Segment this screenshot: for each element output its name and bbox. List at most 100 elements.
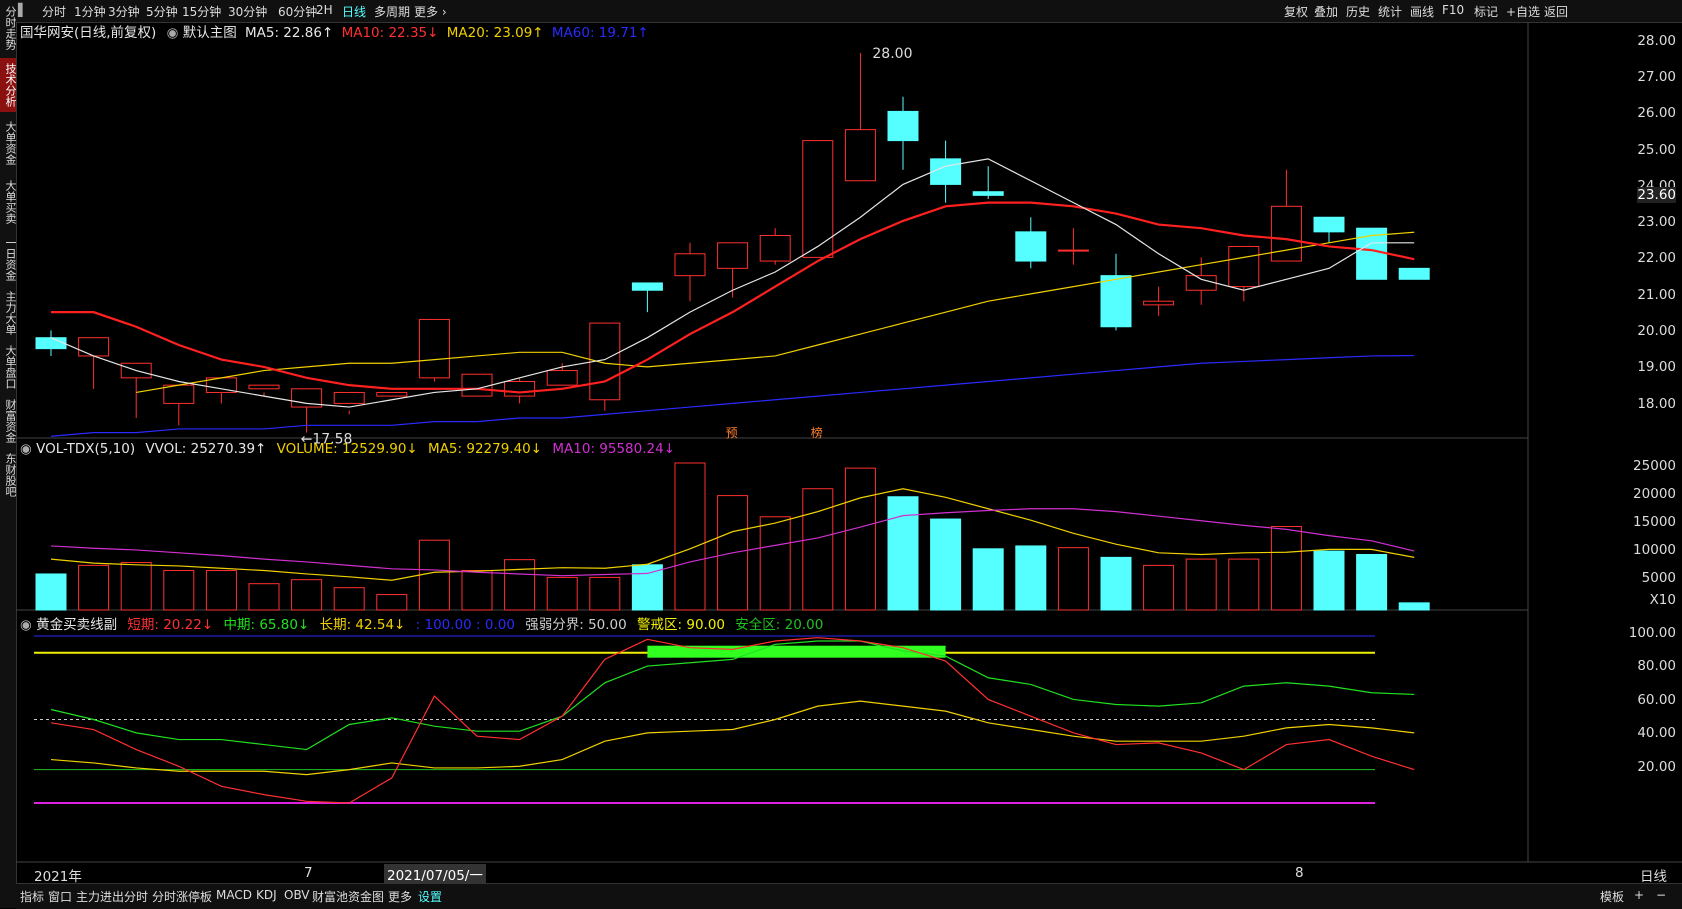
bottom-tab-8[interactable]: 更多 bbox=[388, 888, 412, 905]
candle bbox=[78, 337, 110, 389]
candle bbox=[930, 140, 962, 203]
volume-bar bbox=[1143, 564, 1175, 611]
time-label-year: 2021年 bbox=[34, 869, 82, 885]
price-tick-7: 22.00 bbox=[1637, 250, 1676, 266]
bottom-tab-0[interactable]: 指标 bbox=[20, 888, 44, 905]
price-tick-6: 23.00 bbox=[1637, 214, 1676, 230]
bottom-tab-1[interactable]: 窗口 bbox=[48, 888, 72, 905]
indicator-tabs-bar: 指标 窗口 主力进出分时 分时涨停板 MACD KDJ OBV 财富池资金图 更多 设置 模板 + − bbox=[16, 883, 1682, 909]
candle bbox=[1228, 245, 1260, 302]
cursor-date-label: 2021/07/05/一 bbox=[384, 864, 486, 884]
candle bbox=[674, 242, 706, 302]
volume-bar bbox=[802, 488, 834, 611]
candle bbox=[887, 96, 919, 170]
forecast-mark: 预 bbox=[726, 426, 738, 440]
candle bbox=[163, 384, 195, 426]
low-price-label: ←17.58 bbox=[301, 431, 353, 447]
volume-bar bbox=[1100, 556, 1132, 611]
volume-bar bbox=[887, 496, 919, 611]
candle bbox=[333, 391, 365, 415]
bottom-tab-5[interactable]: KDJ bbox=[256, 888, 277, 902]
period-label: 日线 bbox=[1640, 869, 1667, 885]
candle bbox=[589, 322, 621, 411]
volume-bar bbox=[844, 467, 876, 611]
bottom-tab-2[interactable]: 主力进出分时 bbox=[76, 888, 148, 905]
bottom-tab-6[interactable]: OBV bbox=[284, 888, 310, 902]
volume-bar bbox=[163, 570, 195, 611]
candle bbox=[418, 318, 450, 382]
volume-bar bbox=[205, 570, 237, 611]
candle bbox=[1015, 217, 1047, 269]
candle bbox=[717, 242, 749, 298]
volume-bar bbox=[333, 587, 365, 611]
bottom-right-2[interactable]: − bbox=[1656, 888, 1666, 902]
bottom-tab-4[interactable]: MACD bbox=[216, 888, 252, 902]
candle bbox=[1143, 286, 1175, 316]
volume-bar bbox=[120, 562, 152, 611]
volume-tick-5: X10 bbox=[1649, 592, 1676, 608]
volume-bar bbox=[1313, 550, 1345, 611]
volume-bar bbox=[376, 594, 408, 611]
price-tick-0: 28.00 bbox=[1637, 33, 1676, 49]
osc-tick-3: 40.00 bbox=[1637, 725, 1676, 741]
bottom-right-1[interactable]: + bbox=[1634, 888, 1644, 902]
bottom-tab-3[interactable]: 分时涨停板 bbox=[152, 888, 212, 905]
candle bbox=[1057, 228, 1089, 265]
price-tick-2: 26.00 bbox=[1637, 105, 1676, 121]
volume-bar bbox=[291, 579, 323, 611]
volume-tick-4: 5000 bbox=[1641, 570, 1676, 586]
volume-bar bbox=[461, 570, 493, 611]
time-label-august: 8 bbox=[1295, 865, 1304, 881]
candle bbox=[461, 373, 493, 397]
bottom-right-0[interactable]: 模板 bbox=[1600, 888, 1624, 905]
candle bbox=[376, 391, 408, 397]
osc-tick-4: 20.00 bbox=[1637, 759, 1676, 775]
price-tick-5: 23.60 bbox=[1637, 187, 1676, 203]
volume-bar bbox=[1228, 558, 1260, 611]
candle bbox=[1398, 267, 1430, 280]
price-tick-9: 20.00 bbox=[1637, 323, 1676, 339]
ranking-mark: 榜 bbox=[811, 425, 823, 440]
bottom-tab-9[interactable]: 设置 bbox=[418, 888, 442, 905]
volume-bar bbox=[972, 548, 1004, 611]
price-tick-1: 27.00 bbox=[1637, 69, 1676, 85]
volume-bar bbox=[759, 516, 791, 611]
ma60-line bbox=[50, 354, 1415, 437]
price-tick-3: 25.00 bbox=[1637, 142, 1676, 158]
volume-bar bbox=[631, 564, 663, 611]
volume-bar bbox=[589, 576, 621, 611]
volume-bar bbox=[1057, 547, 1089, 611]
osc-short-line bbox=[50, 637, 1415, 804]
chart-area[interactable]: 28.00 ←17.58 预 榜 bbox=[0, 0, 1682, 908]
osc-long-line bbox=[50, 700, 1415, 776]
volume-bar bbox=[1270, 525, 1302, 611]
price-tick-8: 21.00 bbox=[1637, 287, 1676, 303]
candle bbox=[35, 330, 67, 356]
volume-bar bbox=[78, 564, 110, 611]
time-label-july: 7 bbox=[304, 865, 313, 881]
candle bbox=[972, 166, 1004, 199]
volume-tick-1: 20000 bbox=[1633, 486, 1676, 502]
candle bbox=[631, 282, 663, 313]
candle bbox=[1313, 216, 1345, 243]
volume-bar bbox=[546, 576, 578, 611]
volume-bar bbox=[930, 518, 962, 611]
volume-bar bbox=[418, 539, 450, 611]
volume-tick-0: 25000 bbox=[1633, 458, 1676, 474]
volume-tick-2: 15000 bbox=[1633, 514, 1676, 530]
volume-bar bbox=[1015, 545, 1047, 611]
candle bbox=[844, 53, 876, 182]
volume-bar bbox=[1185, 558, 1217, 611]
volume-bar bbox=[504, 559, 536, 611]
candle bbox=[1100, 253, 1132, 331]
volume-tick-3: 10000 bbox=[1633, 542, 1676, 558]
price-tick-10: 19.00 bbox=[1637, 359, 1676, 375]
volume-bar bbox=[1356, 554, 1388, 611]
candle bbox=[1270, 169, 1302, 262]
volume-bar bbox=[35, 573, 67, 611]
bottom-tab-7[interactable]: 财富池资金图 bbox=[312, 888, 384, 905]
volume-bar bbox=[248, 583, 280, 611]
volume-bar bbox=[674, 462, 706, 611]
osc-tick-0: 100.00 bbox=[1628, 625, 1676, 641]
high-price-label: 28.00 bbox=[872, 46, 912, 62]
